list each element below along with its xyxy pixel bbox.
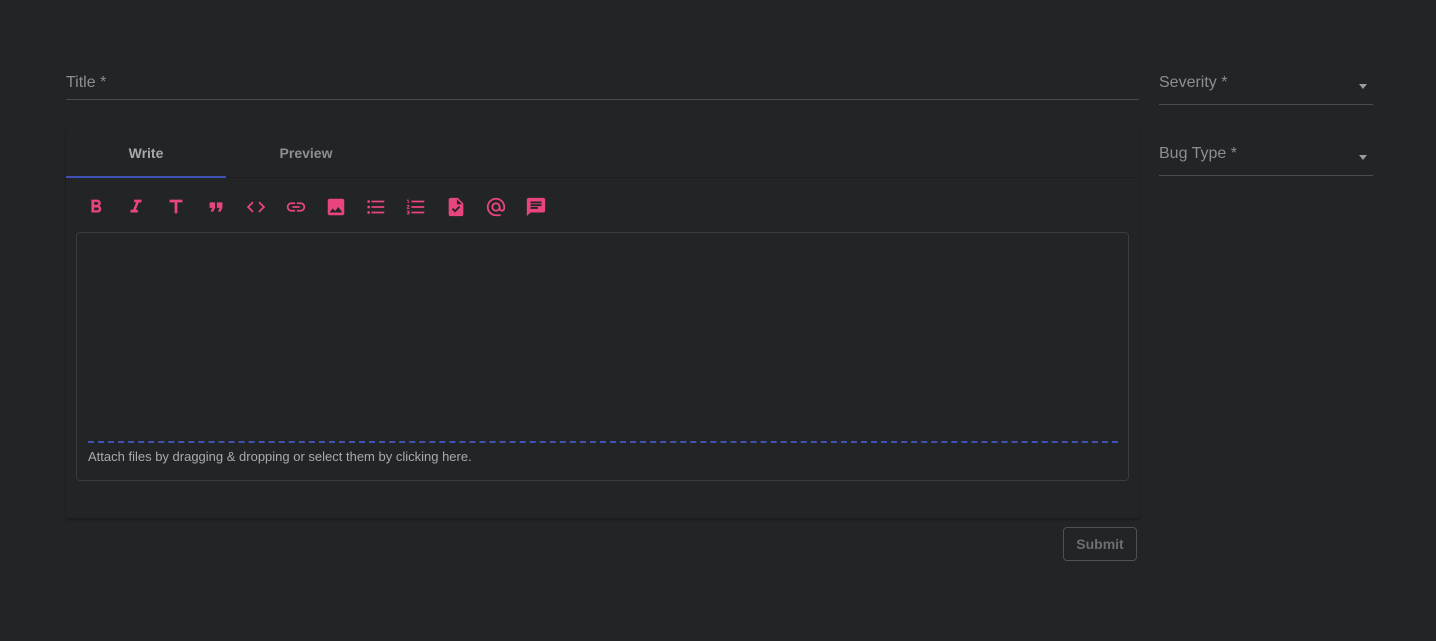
mention-icon[interactable] xyxy=(484,195,508,219)
bug-type-label: Bug Type * xyxy=(1159,145,1237,162)
chevron-down-icon xyxy=(1359,155,1367,160)
markdown-editor: Write Preview Attach files by dragging &… xyxy=(66,130,1139,519)
italic-icon[interactable] xyxy=(124,195,148,219)
title-field[interactable]: Title * xyxy=(66,62,1139,100)
saved-reply-icon[interactable] xyxy=(524,195,548,219)
bug-report-form: Title * Severity * Bug Type * Write Prev… xyxy=(0,0,1436,641)
dropzone-divider xyxy=(88,441,1118,443)
numbered-list-icon[interactable] xyxy=(404,195,428,219)
severity-label: Severity * xyxy=(1159,74,1228,91)
code-icon[interactable] xyxy=(244,195,268,219)
bug-type-select[interactable]: Bug Type * xyxy=(1159,133,1373,176)
tab-write[interactable]: Write xyxy=(66,130,226,178)
editor-tabs: Write Preview xyxy=(66,130,1139,178)
image-icon[interactable] xyxy=(324,195,348,219)
bulleted-list-icon[interactable] xyxy=(364,195,388,219)
bold-icon[interactable] xyxy=(84,195,108,219)
description-textarea[interactable]: Attach files by dragging & dropping or s… xyxy=(76,232,1129,481)
tab-preview[interactable]: Preview xyxy=(226,130,386,177)
chevron-down-icon xyxy=(1359,84,1367,89)
severity-select[interactable]: Severity * xyxy=(1159,62,1373,105)
quote-icon[interactable] xyxy=(204,195,228,219)
heading-icon[interactable] xyxy=(164,195,188,219)
task-list-icon[interactable] xyxy=(444,195,468,219)
submit-button[interactable]: Submit xyxy=(1063,527,1137,561)
attach-files-link[interactable]: Attach files by dragging & dropping or s… xyxy=(88,449,472,464)
link-icon[interactable] xyxy=(284,195,308,219)
title-label: Title * xyxy=(66,74,107,91)
